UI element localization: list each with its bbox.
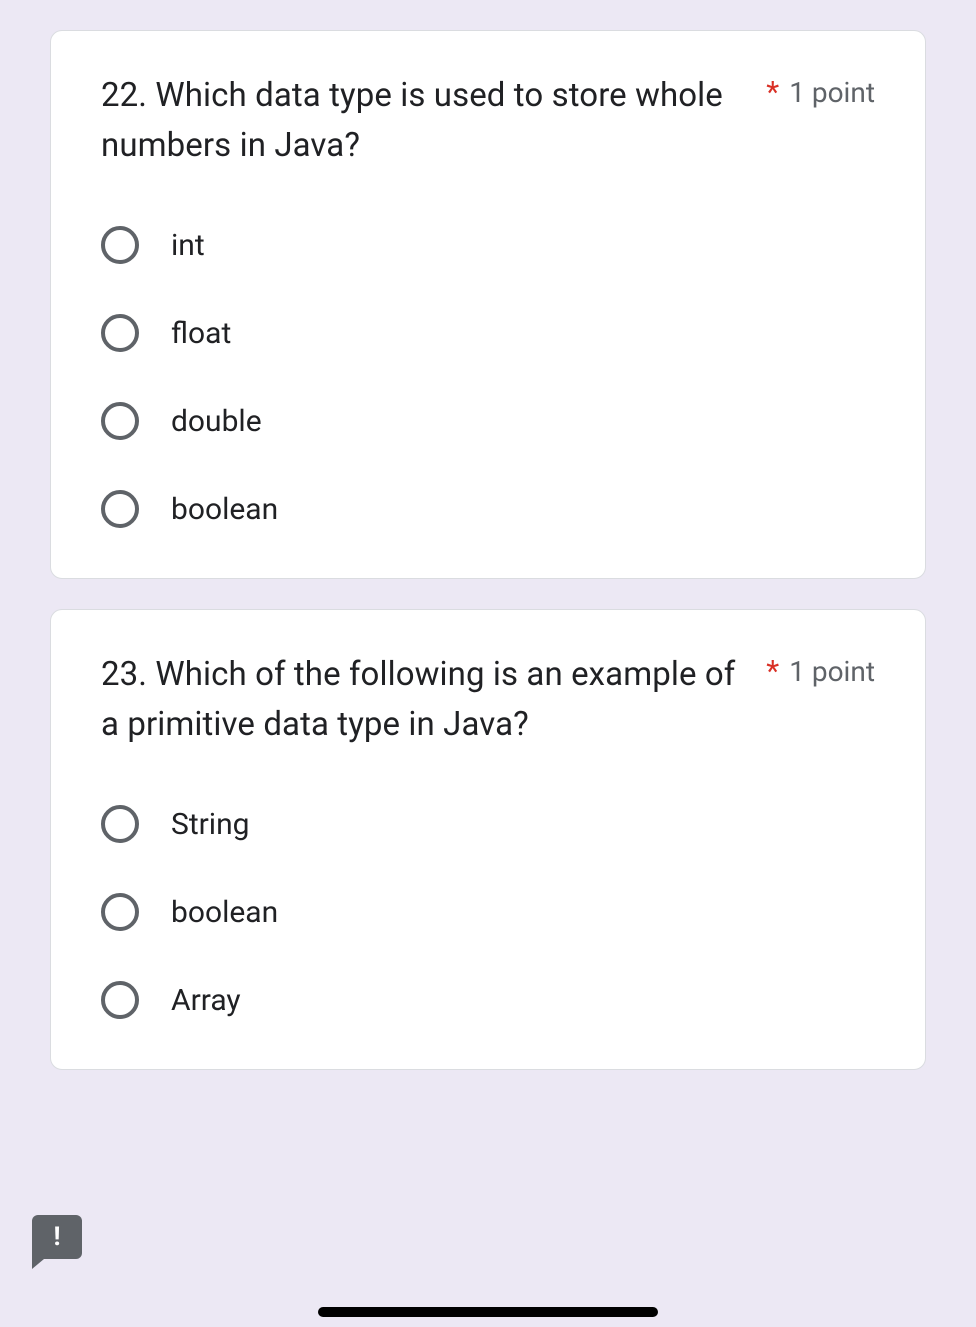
points-text: 1 point: [789, 655, 875, 688]
question-text: 23. Which of the following is an example…: [101, 650, 766, 749]
options-list: String boolean Array: [101, 805, 875, 1019]
radio-icon: [101, 805, 139, 843]
option-label: float: [171, 316, 231, 351]
option-boolean[interactable]: boolean: [101, 490, 875, 528]
question-number: 22.: [101, 76, 147, 115]
radio-icon: [101, 981, 139, 1019]
option-label: double: [171, 404, 262, 439]
points-text: 1 point: [789, 76, 875, 109]
report-button[interactable]: !: [32, 1215, 82, 1259]
radio-icon: [101, 402, 139, 440]
question-number: 23.: [101, 655, 147, 694]
radio-icon: [101, 314, 139, 352]
home-indicator: [318, 1307, 658, 1317]
question-header: 22. Which data type is used to store who…: [101, 71, 875, 170]
option-float[interactable]: float: [101, 314, 875, 352]
option-int[interactable]: int: [101, 226, 875, 264]
required-mark: *: [766, 654, 779, 689]
option-label: Array: [171, 983, 241, 1018]
radio-icon: [101, 490, 139, 528]
option-label: int: [171, 228, 205, 263]
option-label: boolean: [171, 492, 278, 527]
exclamation-icon: !: [53, 1224, 60, 1250]
points-wrapper: * 1 point: [766, 71, 875, 110]
option-array[interactable]: Array: [101, 981, 875, 1019]
question-body: Which data type is used to store whole n…: [101, 76, 723, 165]
question-card-22: 22. Which data type is used to store who…: [50, 30, 926, 579]
question-body: Which of the following is an example of …: [101, 655, 735, 744]
points-wrapper: * 1 point: [766, 650, 875, 689]
option-label: String: [171, 807, 250, 842]
radio-icon: [101, 893, 139, 931]
question-header: 23. Which of the following is an example…: [101, 650, 875, 749]
option-string[interactable]: String: [101, 805, 875, 843]
option-boolean[interactable]: boolean: [101, 893, 875, 931]
options-list: int float double boolean: [101, 226, 875, 528]
option-double[interactable]: double: [101, 402, 875, 440]
radio-icon: [101, 226, 139, 264]
question-text: 22. Which data type is used to store who…: [101, 71, 766, 170]
required-mark: *: [766, 75, 779, 110]
question-card-23: 23. Which of the following is an example…: [50, 609, 926, 1070]
option-label: boolean: [171, 895, 278, 930]
